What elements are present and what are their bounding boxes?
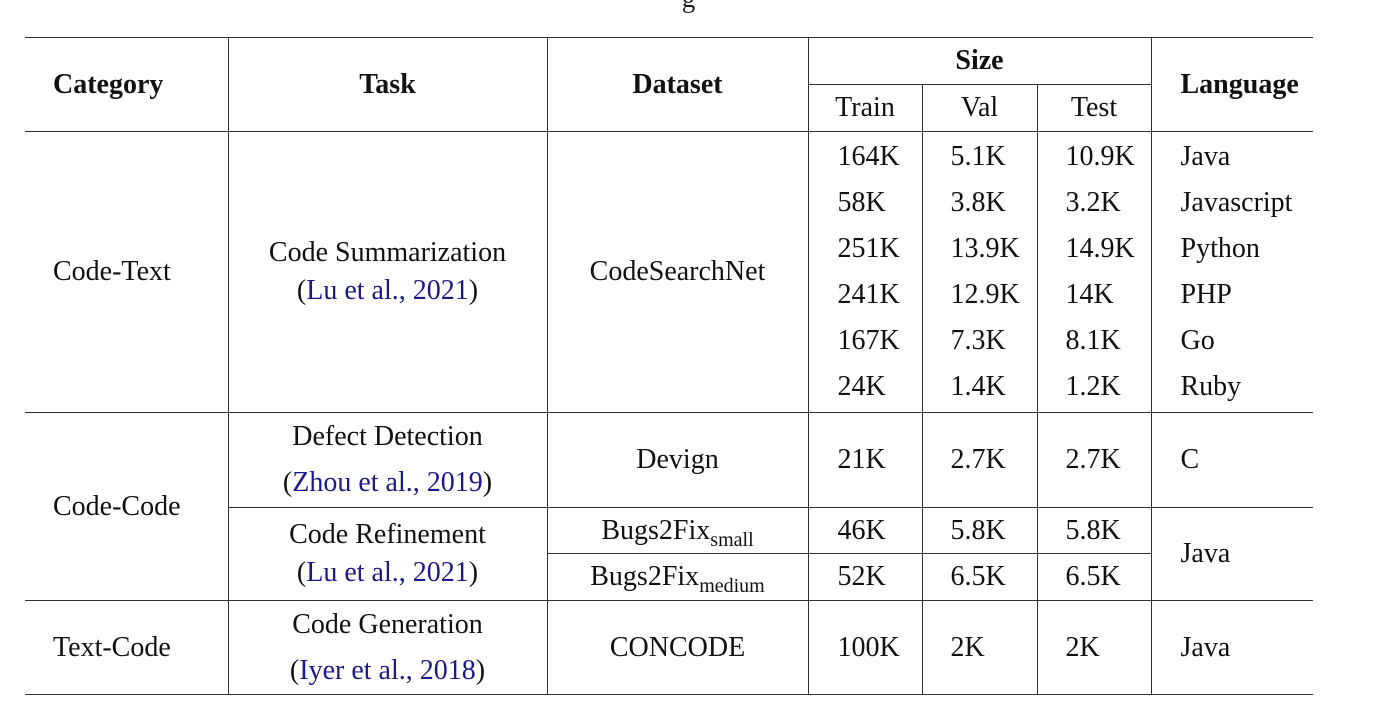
train-value: 241K <box>837 279 900 310</box>
task-cell: Code Generation (Iyer et al., 2018) <box>227 600 547 695</box>
test-value: 8.1K <box>1065 325 1121 356</box>
val-value: 6.5K <box>921 553 1037 601</box>
language-value: Go <box>1180 325 1215 356</box>
language-value: C <box>1150 412 1313 508</box>
val-value: 5.8K <box>921 507 1037 554</box>
train-value: 46K <box>807 507 922 554</box>
task-name: Code Refinement <box>289 519 486 550</box>
task-name: Code Generation <box>292 608 483 640</box>
language-value: Ruby <box>1180 371 1242 402</box>
dataset-subscript: medium <box>699 575 765 597</box>
val-value: 1.4K <box>950 371 1006 402</box>
header-task: Task <box>227 37 547 132</box>
test-value: 6.5K <box>1036 553 1151 601</box>
train-value: 167K <box>837 325 900 356</box>
citation: (Lu et al., 2021) <box>296 275 479 306</box>
val-value: 7.3K <box>950 325 1006 356</box>
dataset-cell: CONCODE <box>546 600 808 695</box>
citation: (Zhou et al., 2019) <box>282 467 493 498</box>
dataset-subscript: small <box>710 528 754 551</box>
dataset-cell: Devign <box>546 412 808 508</box>
val-value: 2K <box>921 600 1037 695</box>
task-cell: Code Summarization (Lu et al., 2021) <box>227 131 547 413</box>
header-language: Language <box>1150 37 1313 132</box>
dataset-cell: Bugs2Fixmedium <box>546 553 808 601</box>
citation-link[interactable]: Lu et al., 2021 <box>306 275 469 306</box>
language-value: Python <box>1180 233 1260 264</box>
task-cell: Defect Detection (Zhou et al., 2019) <box>227 412 547 508</box>
category-cell: Code-Code <box>25 412 228 601</box>
category-cell: Text-Code <box>53 631 171 663</box>
val-value: 5.1K <box>950 141 1006 172</box>
val-value: 13.9K <box>950 233 1020 264</box>
dataset-cell: Bugs2Fixsmall <box>546 507 808 554</box>
table-row: Code-Code Defect Detection (Zhou et al.,… <box>25 412 1313 601</box>
header-train: Train <box>807 84 922 132</box>
category-cell: Code-Text <box>53 256 171 287</box>
train-column: 164K 58K 251K 241K 167K 24K <box>807 131 922 413</box>
train-value: 100K <box>807 600 922 695</box>
test-value: 10.9K <box>1065 141 1135 172</box>
header-val: Val <box>921 84 1037 132</box>
header-category: Category <box>25 37 228 132</box>
test-value: 14K <box>1065 279 1114 310</box>
citation: (Iyer et al., 2018) <box>289 654 486 686</box>
train-value: 52K <box>807 553 922 601</box>
val-column: 5.1K 3.8K 13.9K 12.9K 7.3K 1.4K <box>921 131 1037 413</box>
train-value: 21K <box>807 412 922 508</box>
table-row: Text-Code Code Generation (Iyer et al., … <box>25 600 1313 695</box>
val-value: 12.9K <box>950 279 1020 310</box>
language-value: Javascript <box>1180 187 1293 218</box>
task-name: Code Summarization <box>268 237 507 268</box>
citation-link[interactable]: Lu et al., 2021 <box>306 557 469 588</box>
language-value: Java <box>1150 600 1313 695</box>
test-value: 2.7K <box>1036 412 1151 508</box>
val-value: 3.8K <box>950 187 1006 218</box>
task-name: Defect Detection <box>292 421 483 452</box>
header-size: Size <box>807 37 1151 85</box>
citation-link[interactable]: Iyer et al., 2018 <box>299 655 476 686</box>
language-value: Java <box>1180 141 1231 172</box>
dataset-table: Category Task Dataset Size Language Trai… <box>25 37 1313 695</box>
citation-link[interactable]: Zhou et al., 2019 <box>292 467 483 498</box>
language-value: PHP <box>1180 279 1232 310</box>
train-value: 24K <box>837 371 886 402</box>
header-test: Test <box>1036 84 1151 132</box>
train-value: 251K <box>837 233 900 264</box>
train-value: 164K <box>837 141 900 172</box>
language-value: Java <box>1150 507 1313 601</box>
task-cell: Code Refinement (Lu et al., 2021) <box>227 507 547 601</box>
dataset-cell: CodeSearchNet <box>546 131 808 413</box>
test-value: 2K <box>1036 600 1151 695</box>
val-value: 2.7K <box>921 412 1037 508</box>
table-row: Code-Text Code Summarization (Lu et al.,… <box>25 131 1313 413</box>
test-value: 3.2K <box>1065 187 1121 218</box>
test-value: 5.8K <box>1036 507 1151 554</box>
header-dataset: Dataset <box>546 37 808 132</box>
train-value: 58K <box>837 187 886 218</box>
language-column: Java Javascript Python PHP Go Ruby <box>1150 131 1313 413</box>
caption-fragment: g <box>0 0 1377 12</box>
test-value: 1.2K <box>1065 371 1121 402</box>
test-column: 10.9K 3.2K 14.9K 14K 8.1K 1.2K <box>1036 131 1151 413</box>
citation: (Lu et al., 2021) <box>296 557 479 588</box>
test-value: 14.9K <box>1065 233 1135 264</box>
